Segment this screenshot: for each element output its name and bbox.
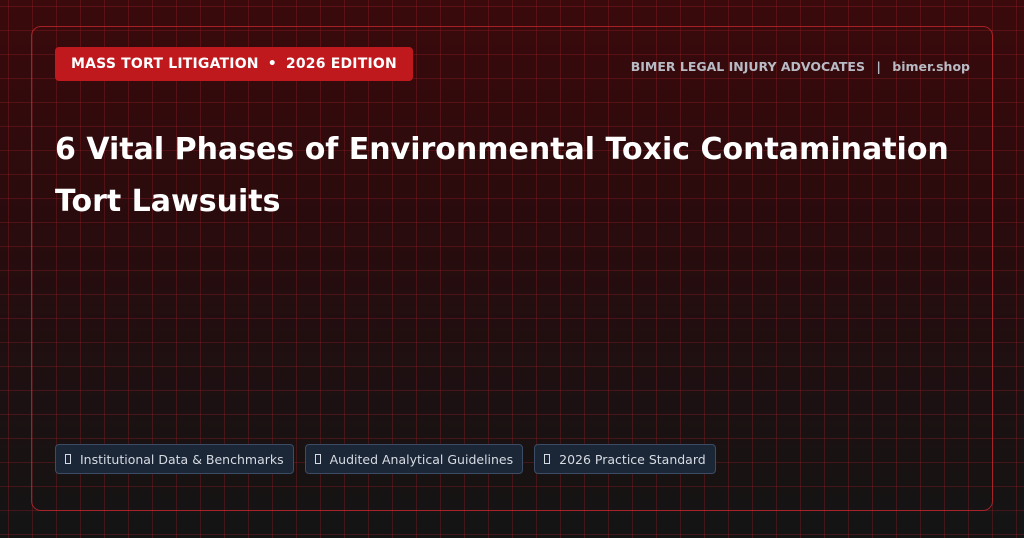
feature-chip: Institutional Data & Benchmarks: [55, 444, 294, 474]
badge-separator: •: [267, 56, 277, 72]
category-badge: MASS TORT LITIGATION • 2026 EDITION: [55, 47, 413, 81]
brand-line: BIMER LEGAL INJURY ADVOCATES | bimer.sho…: [631, 59, 970, 74]
page-title: 6 Vital Phases of Environmental Toxic Co…: [55, 132, 949, 219]
brand-name: BIMER LEGAL INJURY ADVOCATES: [630, 59, 865, 74]
chip-label: Audited Analytical Guidelines: [329, 451, 514, 467]
missing-glyph-icon: [65, 454, 71, 464]
badge-edition: 2026 EDITION: [285, 56, 397, 72]
missing-glyph-icon: [314, 454, 321, 464]
badge-category: MASS TORT LITIGATION: [71, 56, 259, 72]
card-frame: [31, 26, 993, 511]
feature-chip: Audited Analytical Guidelines: [304, 444, 524, 474]
brand-site: bimer.shop: [892, 59, 970, 74]
feature-chip: 2026 Practice Standard: [534, 444, 716, 474]
brand-separator: |: [876, 59, 881, 74]
chip-label: 2026 Practice Standard: [559, 451, 706, 467]
missing-glyph-icon: [544, 454, 551, 464]
feature-chips: Institutional Data & Benchmarks Audited …: [55, 444, 716, 474]
chip-label: Institutional Data & Benchmarks: [80, 451, 284, 467]
